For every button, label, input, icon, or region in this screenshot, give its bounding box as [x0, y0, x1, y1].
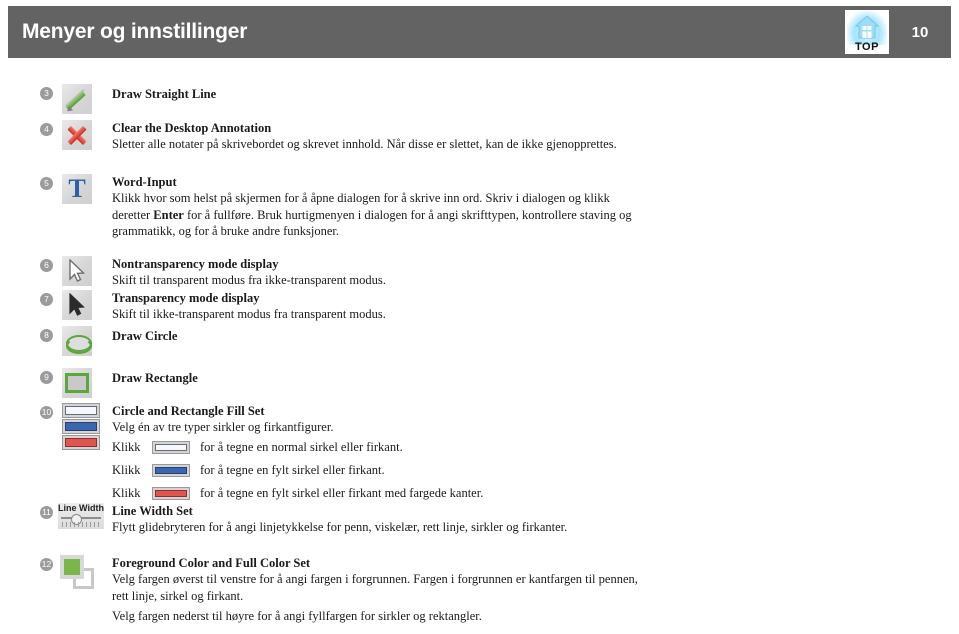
outline-swatch[interactable] [62, 403, 100, 418]
red-filled-swatch[interactable] [62, 435, 100, 450]
slider-ticks [62, 522, 100, 527]
item-text: Nontransparency mode display Skift til t… [112, 256, 642, 289]
page-title: Menyer og innstillinger [22, 20, 248, 43]
item-title: Clear the Desktop Annotation [112, 121, 272, 135]
item-number: 4 [40, 123, 53, 136]
item-description-2: Velg fargen nederst til høyre for å angi… [112, 609, 482, 623]
klikk-label: Klikk [112, 462, 141, 477]
item-number: 11 [40, 506, 53, 519]
outline-swatch-inline[interactable] [152, 440, 190, 454]
transparency-cursor-icon[interactable] [62, 290, 92, 320]
item-title: Circle and Rectangle Fill Set [112, 404, 265, 418]
klikk-tail: for å tegne en fylt sirkel eller firkant… [200, 485, 484, 500]
item-text: Draw Straight Line [112, 86, 216, 102]
klikk-tail: for å tegne en fylt sirkel eller firkant… [200, 462, 385, 477]
top-badge[interactable]: TOP [845, 10, 889, 54]
item-number: 5 [40, 177, 53, 190]
item-description: Skift til transparent modus fra ikke-tra… [112, 273, 386, 287]
item-number: 10 [40, 406, 53, 419]
line-width-slider-icon[interactable]: Line Width [58, 503, 106, 533]
blue-filled-swatch-inline[interactable] [152, 463, 190, 477]
item-title: Draw Straight Line [112, 87, 217, 101]
draw-rectangle-icon[interactable] [62, 368, 92, 398]
klikk-label: Klikk [112, 485, 141, 500]
desc-bold-enter: Enter [153, 207, 184, 222]
item-text: Foreground Color and Full Color Set Velg… [112, 555, 642, 625]
page-number: 10 [911, 23, 929, 41]
nontransparency-cursor-icon[interactable] [62, 256, 92, 286]
klikk-line-red: Klikk for å tegne en fylt sirkel eller fi… [112, 482, 642, 505]
item-text: Line Width Set Flytt glidebryteren for å… [112, 503, 642, 536]
item-number: 9 [40, 371, 53, 384]
fill-set-swatches-icon[interactable] [62, 403, 100, 451]
klikk-line-outline: Klikk for å tegne en normal sirkel eller … [112, 436, 642, 459]
item-number: 3 [40, 87, 53, 100]
item-title: Transparency mode display [112, 291, 260, 305]
word-input-t-icon[interactable]: T [62, 174, 92, 204]
item-number: 7 [40, 293, 53, 306]
item-description: Flytt glidebryteren for å angi linjetykk… [112, 520, 568, 534]
klikk-tail: for å tegne en normal sirkel eller firka… [200, 439, 403, 454]
item-title: Draw Circle [112, 329, 178, 343]
item-text: Circle and Rectangle Fill Set Velg én av… [112, 403, 642, 505]
item-title: Line Width Set [112, 504, 193, 518]
item-title: Draw Rectangle [112, 371, 198, 385]
item-description: Velg fargen øverst til venstre for å ang… [112, 572, 638, 603]
item-number: 12 [40, 558, 53, 571]
item-text: Draw Rectangle [112, 370, 198, 386]
badge-label: TOP [855, 41, 879, 53]
item-text: Clear the Desktop Annotation Sletter all… [112, 120, 642, 153]
blue-filled-swatch[interactable] [62, 419, 100, 434]
header-right-group: TOP 10 [845, 6, 951, 58]
item-number: 8 [40, 329, 53, 342]
item-number: 6 [40, 259, 53, 272]
item-description: Skift til ikke-transparent modus fra tra… [112, 307, 386, 321]
item-title: Foreground Color and Full Color Set [112, 556, 311, 570]
foreground-color-swatch[interactable] [60, 555, 84, 579]
page-header: Menyer og innstillinger TOP 10 [8, 6, 951, 58]
item-description: Velg én av tre typer sirkler og firkantf… [112, 420, 334, 434]
item-title: Nontransparency mode display [112, 257, 279, 271]
draw-circle-icon[interactable] [62, 326, 92, 356]
klikk-line-blue: Klikk for å tegne en fylt sirkel eller fi… [112, 459, 642, 482]
clear-annotation-x-icon[interactable] [62, 120, 92, 150]
foreground-fill-color-icon[interactable] [60, 555, 98, 593]
item-description: Klikk hvor som helst på skjermen for å å… [112, 190, 642, 240]
desc-part-2: for å fullføre. Bruk hurtigmenyen i dial… [112, 207, 632, 239]
item-text: Draw Circle [112, 328, 177, 344]
draw-straight-line-icon[interactable] [62, 84, 92, 114]
item-description: Sletter alle notater på skrivebordet og … [112, 137, 617, 151]
line-width-icon-label: Line Width [58, 503, 104, 513]
item-title: Word-Input [112, 175, 177, 189]
item-text: Transparency mode display Skift til ikke… [112, 290, 642, 323]
item-text: Word-Input Klikk hvor som helst på skjer… [112, 174, 642, 240]
klikk-label: Klikk [112, 439, 141, 454]
red-filled-swatch-inline[interactable] [152, 486, 190, 500]
projector-house-icon [855, 15, 879, 39]
